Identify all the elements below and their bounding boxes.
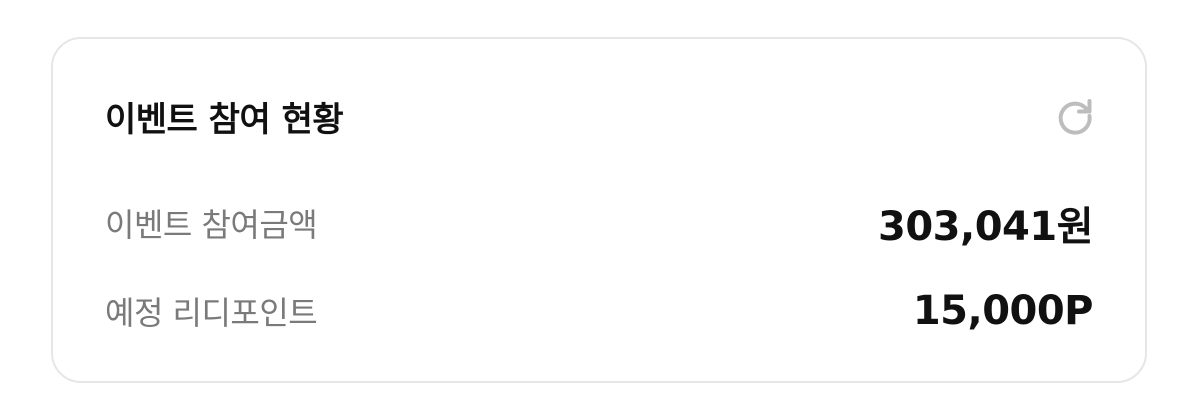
participation-amount-label: 이벤트 참여금액 [105, 206, 318, 244]
card-title: 이벤트 참여 현황 [105, 99, 344, 140]
expected-points-value: 15,000P [912, 288, 1094, 334]
card-header: 이벤트 참여 현황 [105, 91, 1093, 141]
refresh-icon [1058, 99, 1092, 135]
participation-amount-value: 303,041원 [878, 204, 1094, 250]
event-participation-card: 이벤트 참여 현황 이벤트 참여금액 303,041원 예정 리디포인트 15,… [51, 37, 1147, 383]
expected-points-row: 예정 리디포인트 15,000P [105, 286, 1094, 336]
expected-points-label: 예정 리디포인트 [105, 294, 318, 332]
participation-amount-row: 이벤트 참여금액 303,041원 [105, 198, 1094, 250]
refresh-button[interactable] [1051, 92, 1099, 140]
